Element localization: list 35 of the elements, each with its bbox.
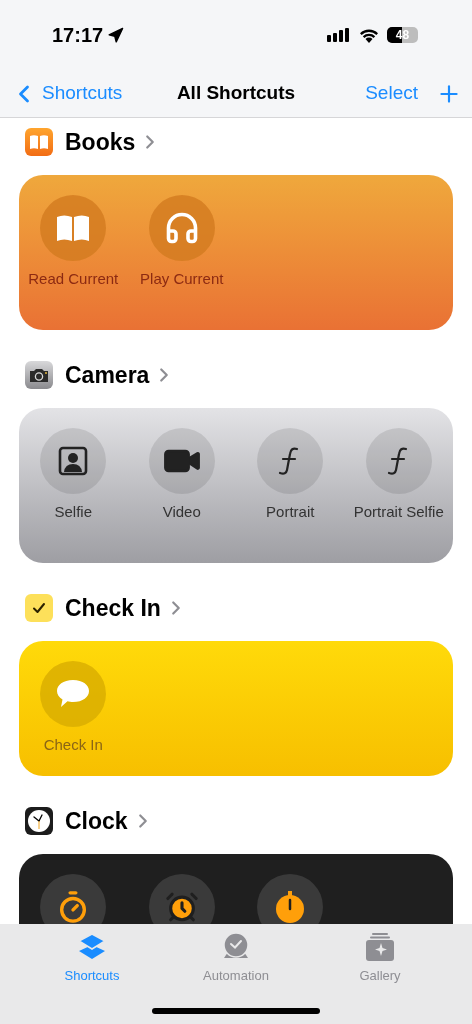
section-title[interactable]: Books <box>65 124 136 160</box>
back-button[interactable]: Shortcuts <box>10 79 150 108</box>
speech-bubble-icon <box>55 678 92 710</box>
select-button[interactable]: Select <box>365 79 418 108</box>
layers-icon <box>77 932 107 962</box>
sparkle-stack-icon <box>365 932 395 962</box>
shortcut-label: Portrait <box>265 502 316 521</box>
nav-title: All Shortcuts <box>176 81 296 106</box>
tab-bar-item[interactable]: Gallery <box>308 932 452 986</box>
stopwatch-icon <box>274 890 307 924</box>
shortcut-label: Check In <box>42 735 104 754</box>
person-portrait-icon <box>58 446 89 476</box>
clock-app-icon <box>25 807 53 835</box>
wifi-icon <box>359 27 379 43</box>
section-title[interactable]: Check In <box>65 590 161 626</box>
tab-bar-item[interactable]: Automation <box>164 932 308 986</box>
status-time: 17:17 <box>52 23 104 48</box>
camera-app-icon <box>25 361 53 389</box>
shortcut-button[interactable] <box>257 874 324 924</box>
alarm-clock-icon <box>164 890 199 924</box>
checkmark-app-icon <box>25 594 53 622</box>
shortcut-label: Selfie <box>53 502 93 521</box>
shortcut-button[interactable] <box>148 874 215 924</box>
shortcut-label: Play Current <box>139 269 225 288</box>
shortcut-label: Read Current <box>27 269 120 288</box>
book-app-icon <box>25 128 53 156</box>
signal-icon <box>327 28 351 42</box>
location-arrow-icon <box>107 26 125 44</box>
shortcut-label: Video <box>161 502 202 521</box>
shortcut-label: Portrait Selfie <box>352 502 445 521</box>
section-title[interactable]: Clock <box>65 803 128 839</box>
shortcut-button[interactable] <box>40 874 107 924</box>
section-title[interactable]: Camera <box>65 357 150 393</box>
tab-bar-item[interactable]: Shortcuts <box>20 932 164 986</box>
open-book-icon <box>55 214 92 242</box>
